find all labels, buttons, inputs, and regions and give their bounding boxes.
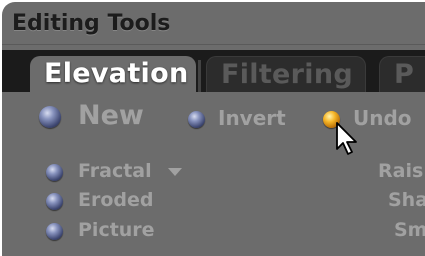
- eroded-radio-button[interactable]: [46, 193, 63, 210]
- invert-button-label[interactable]: Invert: [218, 106, 286, 130]
- picture-label[interactable]: Picture: [78, 219, 155, 241]
- picture-radio-button[interactable]: [46, 223, 63, 240]
- sharpen-label[interactable]: Sha: [388, 189, 425, 211]
- editing-tools-panel: Editing Tools Elevation Filtering P New …: [2, 2, 425, 256]
- fractal-label[interactable]: Fractal: [78, 160, 152, 182]
- smooth-label[interactable]: Sm: [394, 219, 425, 241]
- new-radio-button[interactable]: [39, 106, 61, 128]
- new-button-label[interactable]: New: [78, 100, 144, 131]
- tab-strip: Elevation Filtering P: [2, 50, 425, 92]
- tab-filtering[interactable]: Filtering: [206, 56, 366, 92]
- chevron-down-icon[interactable]: [168, 168, 182, 176]
- fractal-radio-button[interactable]: [46, 164, 63, 181]
- tab-separator: [198, 60, 201, 92]
- title-divider: [2, 44, 425, 45]
- invert-radio-button[interactable]: [188, 111, 205, 128]
- undo-button-label[interactable]: Undo: [353, 106, 412, 130]
- raise-label[interactable]: Rais: [378, 160, 423, 182]
- mouse-cursor-icon: [336, 122, 357, 155]
- panel-title: Editing Tools: [12, 11, 171, 36]
- eroded-label[interactable]: Eroded: [78, 189, 154, 211]
- tab-elevation[interactable]: Elevation: [30, 56, 196, 92]
- tab-partial[interactable]: P: [379, 56, 425, 92]
